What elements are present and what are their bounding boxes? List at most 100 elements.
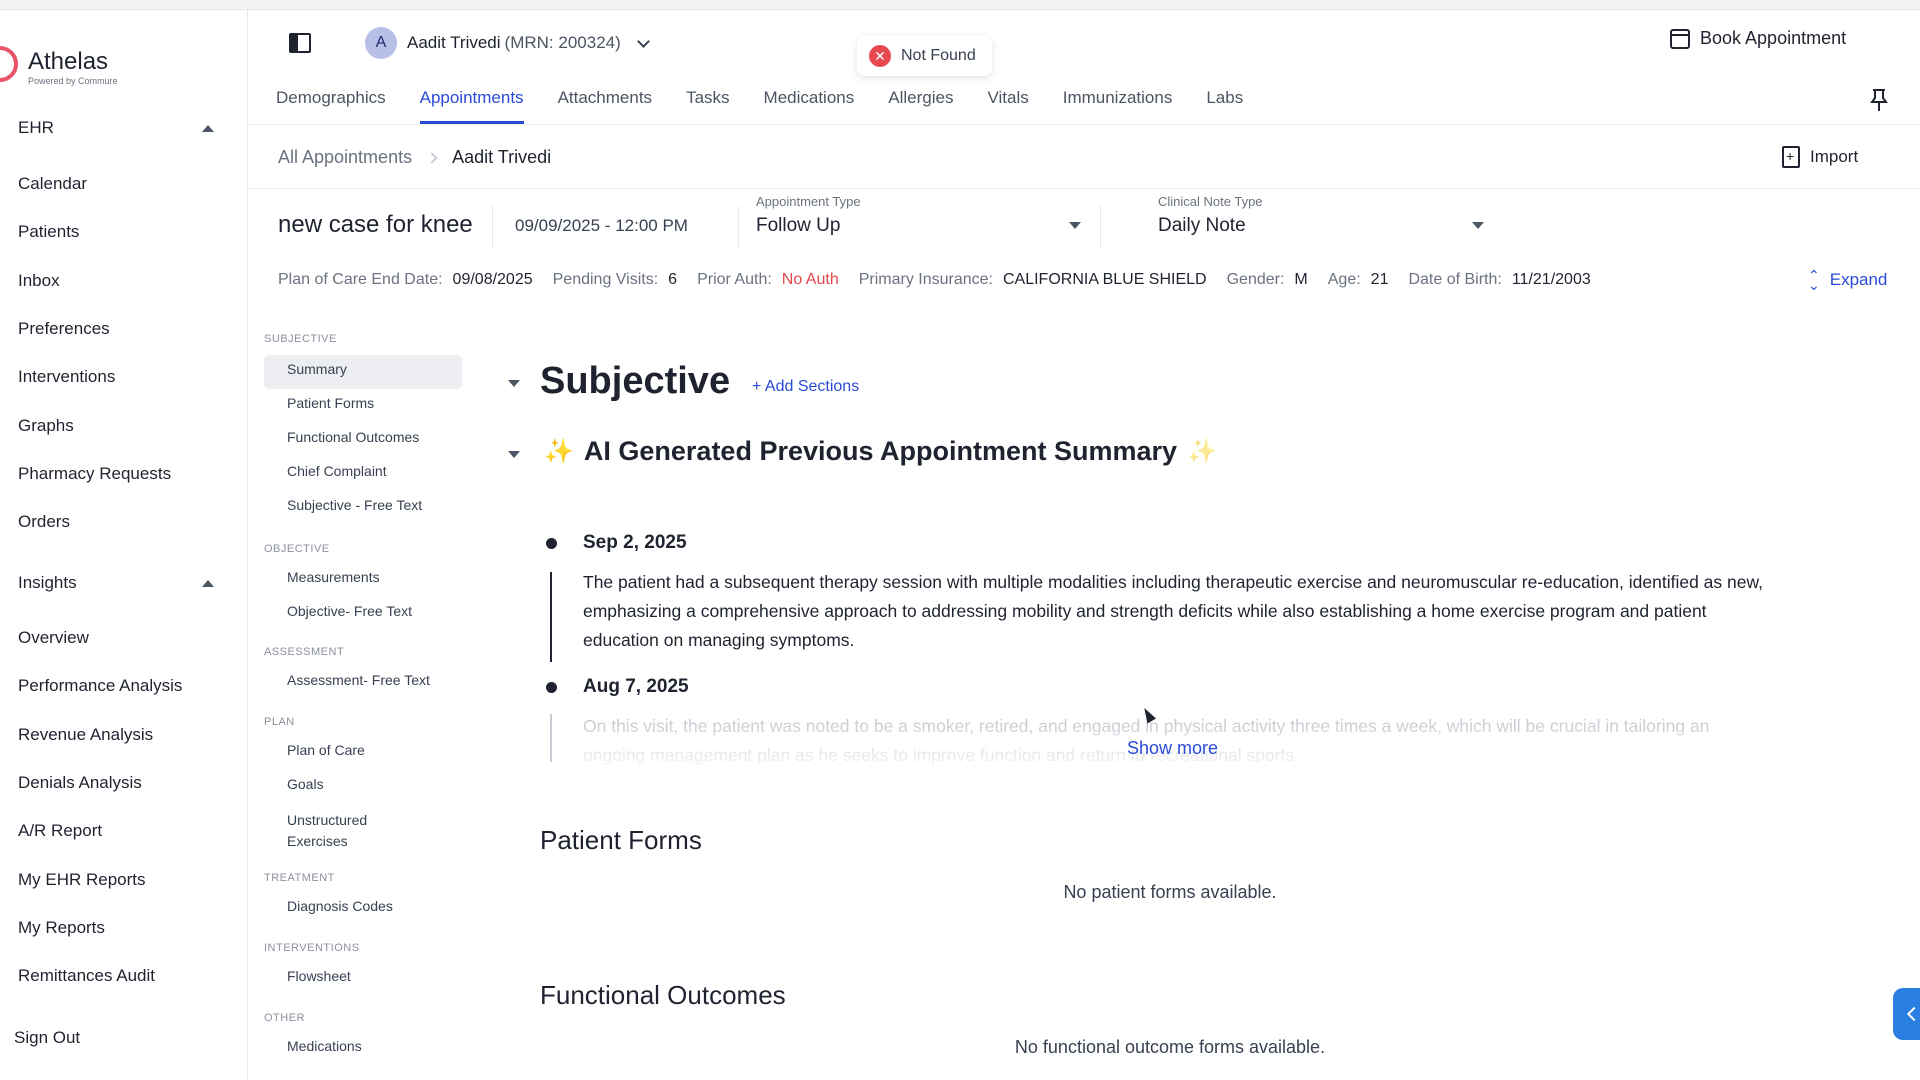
section-nav-medications[interactable]: Medications	[287, 1038, 362, 1054]
divider	[1100, 206, 1101, 248]
expand-icon: ⌃ ⌄	[1808, 267, 1820, 293]
tab-attachments[interactable]: Attachments	[558, 86, 653, 124]
ai-summary-heading: ✨ AI Generated Previous Appointment Summ…	[544, 436, 1217, 467]
nav-section-insights[interactable]: Insights	[18, 573, 214, 593]
subjective-heading: Subjective	[540, 360, 731, 402]
brand-name: Athelas	[28, 48, 109, 75]
tab-tasks[interactable]: Tasks	[686, 86, 729, 124]
calendar-icon	[1670, 28, 1690, 49]
collapse-ai-summary-icon[interactable]	[508, 451, 520, 458]
nav-item-inbox[interactable]: Inbox	[18, 271, 60, 291]
tab-immunizations[interactable]: Immunizations	[1063, 86, 1173, 124]
patient-selector[interactable]: A Aadit Trivedi (MRN: 200324)	[365, 26, 650, 60]
appointment-datetime[interactable]: 09/09/2025 - 12:00 PM	[515, 216, 688, 236]
sign-out-link[interactable]: Sign Out	[14, 1028, 80, 1048]
section-nav-patient-forms[interactable]: Patient Forms	[287, 395, 374, 411]
nav-item-pharmacy-requests[interactable]: Pharmacy Requests	[18, 464, 171, 484]
timeline-dot	[546, 538, 557, 549]
timeline-dot	[546, 682, 557, 693]
add-sections-button[interactable]: + Add Sections	[752, 378, 859, 396]
file-add-icon	[1782, 146, 1800, 168]
tab-demographics[interactable]: Demographics	[276, 86, 386, 124]
gender-label: Gender:	[1226, 271, 1285, 288]
import-button[interactable]: Import	[1782, 146, 1858, 168]
dob-value: 11/21/2003	[1511, 271, 1591, 288]
header-divider	[249, 124, 1920, 125]
tab-medications[interactable]: Medications	[764, 86, 855, 124]
primary-insurance-value: CALIFORNIA BLUE SHIELD	[1002, 271, 1207, 288]
nav-item-graphs[interactable]: Graphs	[18, 416, 74, 436]
summary-entry-text: The patient had a subsequent therapy ses…	[583, 572, 1764, 650]
age-value: 21	[1370, 271, 1389, 288]
nav-item-denials-analysis[interactable]: Denials Analysis	[18, 773, 142, 793]
poc-end-date-label: Plan of Care End Date:	[278, 271, 443, 288]
prior-auth-label: Prior Auth:	[697, 271, 772, 288]
section-nav-diagnosis-codes[interactable]: Diagnosis Codes	[287, 898, 393, 914]
ai-summary-title: AI Generated Previous Appointment Summar…	[583, 436, 1178, 466]
clinical-note-type-value: Daily Note	[1158, 215, 1246, 236]
summary-entry-date: Aug 7, 2025	[583, 676, 689, 697]
breadcrumb-all-appointments[interactable]: All Appointments	[278, 147, 412, 168]
nav-item-a-r-report[interactable]: A/R Report	[18, 821, 102, 841]
nav-item-overview[interactable]: Overview	[18, 628, 89, 648]
breadcrumb-divider	[249, 188, 1920, 189]
appointment-title[interactable]: new case for knee	[278, 211, 473, 239]
section-nav-flowsheet[interactable]: Flowsheet	[287, 968, 351, 984]
sparkle-icon: ✨	[544, 438, 574, 465]
tab-allergies[interactable]: Allergies	[888, 86, 953, 124]
section-group-other: OTHER	[264, 1012, 305, 1024]
nav-item-interventions[interactable]: Interventions	[18, 367, 115, 387]
pending-visits-label: Pending Visits:	[552, 271, 659, 288]
functional-outcomes-heading: Functional Outcomes	[540, 980, 786, 1010]
error-toast: ✕ Not Found	[857, 36, 992, 76]
book-appointment-label: Book Appointment	[1700, 28, 1847, 48]
brand-tagline: Powered by Commure	[28, 76, 118, 86]
dob-label: Date of Birth:	[1408, 271, 1502, 288]
side-drawer-toggle[interactable]	[1893, 988, 1920, 1040]
book-appointment-button[interactable]: Book Appointment	[1670, 28, 1846, 49]
chevron-down-icon	[636, 34, 650, 48]
tab-vitals[interactable]: Vitals	[987, 86, 1028, 124]
section-group-assessment: ASSESSMENT	[264, 646, 345, 658]
section-nav-functional-outcomes[interactable]: Functional Outcomes	[287, 429, 419, 445]
section-group-plan: PLAN	[264, 716, 295, 728]
nav-item-calendar[interactable]: Calendar	[18, 174, 87, 194]
nav-item-performance-analysis[interactable]: Performance Analysis	[18, 676, 182, 696]
show-more-link[interactable]: Show more	[1127, 738, 1218, 759]
section-nav-chief-complaint[interactable]: Chief Complaint	[287, 463, 387, 479]
nav-item-preferences[interactable]: Preferences	[18, 319, 110, 339]
dropdown-caret-icon	[1069, 222, 1081, 229]
nav-item-remittances-audit[interactable]: Remittances Audit	[18, 966, 155, 986]
section-nav-objective-free-text[interactable]: Objective- Free Text	[287, 603, 412, 619]
section-group-subjective: SUBJECTIVE	[264, 333, 337, 345]
sidebar-toggle-icon[interactable]	[289, 33, 311, 53]
section-nav-assessment-free-text[interactable]: Assessment- Free Text	[287, 672, 430, 688]
timeline-line	[550, 572, 552, 662]
section-nav-measurements[interactable]: Measurements	[287, 569, 380, 585]
tab-appointments[interactable]: Appointments	[419, 86, 524, 124]
pin-icon[interactable]	[1868, 88, 1890, 112]
expand-label: Expand	[1829, 270, 1888, 289]
nav-item-orders[interactable]: Orders	[18, 512, 70, 532]
section-nav-summary[interactable]: Summary	[287, 361, 347, 377]
section-group-interventions: INTERVENTIONS	[264, 942, 360, 954]
divider	[492, 206, 493, 248]
nav-item-patients[interactable]: Patients	[18, 222, 79, 242]
section-nav-goals[interactable]: Goals	[287, 776, 324, 792]
section-group-objective: OBJECTIVE	[264, 543, 330, 555]
expand-button[interactable]: ⌃ ⌄ Expand	[1808, 267, 1888, 293]
patient-name: Aadit Trivedi	[407, 33, 501, 52]
tab-labs[interactable]: Labs	[1206, 86, 1243, 124]
chevron-up-icon	[202, 125, 214, 132]
collapse-subjective-icon[interactable]	[508, 380, 520, 387]
nav-item-my-reports[interactable]: My Reports	[18, 918, 105, 938]
nav-item-revenue-analysis[interactable]: Revenue Analysis	[18, 725, 153, 745]
nav-section-ehr[interactable]: EHR	[18, 118, 214, 138]
avatar: A	[365, 27, 397, 59]
pending-visits-value: 6	[668, 271, 678, 288]
poc-end-date-value: 09/08/2025	[452, 271, 533, 288]
section-nav-plan-of-care[interactable]: Plan of Care	[287, 742, 365, 758]
section-nav-unstructured-exercises[interactable]: Unstructured Exercises	[287, 810, 397, 852]
section-nav-subjective-free-text[interactable]: Subjective - Free Text	[287, 497, 422, 513]
nav-item-my-ehr-reports[interactable]: My EHR Reports	[18, 870, 146, 890]
